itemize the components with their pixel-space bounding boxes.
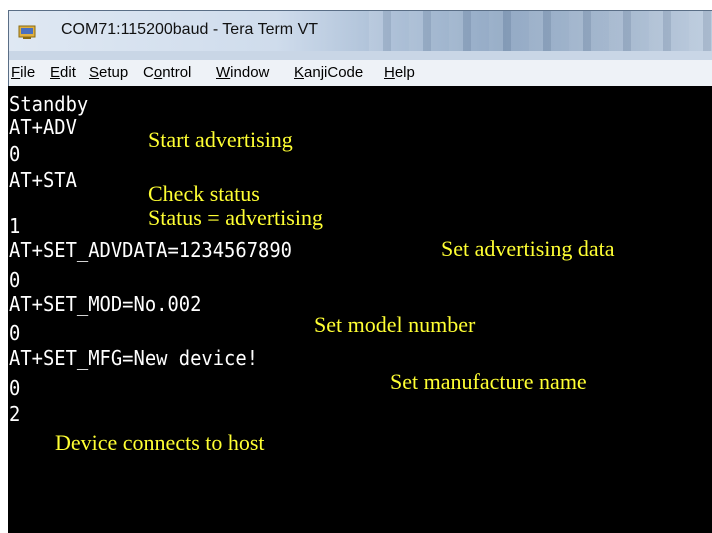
annotation-start-advertising: Start advertising [148,127,293,152]
title-bar[interactable]: COM71:115200baud - Tera Term VT [9,11,712,51]
menu-file[interactable]: File [11,64,35,81]
menu-window[interactable]: Window [216,64,269,81]
annotation-set-manufacture-name: Set manufacture name [390,369,587,394]
terminal-line: AT+ADV [9,115,77,139]
terminal-line: 0 [9,321,21,345]
terminal-line: AT+SET_MFG=New device! [9,346,259,370]
terminal-screen[interactable]: Standby AT+ADV 0 AT+STA 1 AT+SET_ADVDATA… [8,86,712,533]
menu-bar: File Edit Setup Control Window KanjiCode… [9,60,712,87]
annotation-set-model-number: Set model number [314,312,476,337]
terminal-line: AT+SET_ADVDATA=1234567890 [9,238,292,262]
tera-term-icon [18,25,36,39]
terminal-line: AT+SET_MOD=No.002 [9,292,202,316]
annotation-check-status: Check status [148,181,260,206]
terminal-line: 1 [9,214,21,238]
terminal-line: 0 [9,376,21,400]
terminal-line: Standby [9,92,89,116]
terminal-line: 0 [9,142,21,166]
terminal-line: 2 [9,402,21,426]
annotation-set-advertising-data: Set advertising data [441,236,615,261]
window-title: COM71:115200baud - Tera Term VT [61,21,319,38]
annotation-status-advertising: Status = advertising [148,205,323,230]
menu-setup[interactable]: Setup [89,64,128,81]
terminal-line: AT+STA [9,168,77,192]
menu-kanjicode[interactable]: KanjiCode [294,64,363,81]
menu-help[interactable]: Help [384,64,415,81]
menu-control[interactable]: Control [143,64,191,81]
terminal-line: 0 [9,268,21,292]
menu-edit[interactable]: Edit [50,64,76,81]
annotation-device-connects: Device connects to host [55,430,265,455]
